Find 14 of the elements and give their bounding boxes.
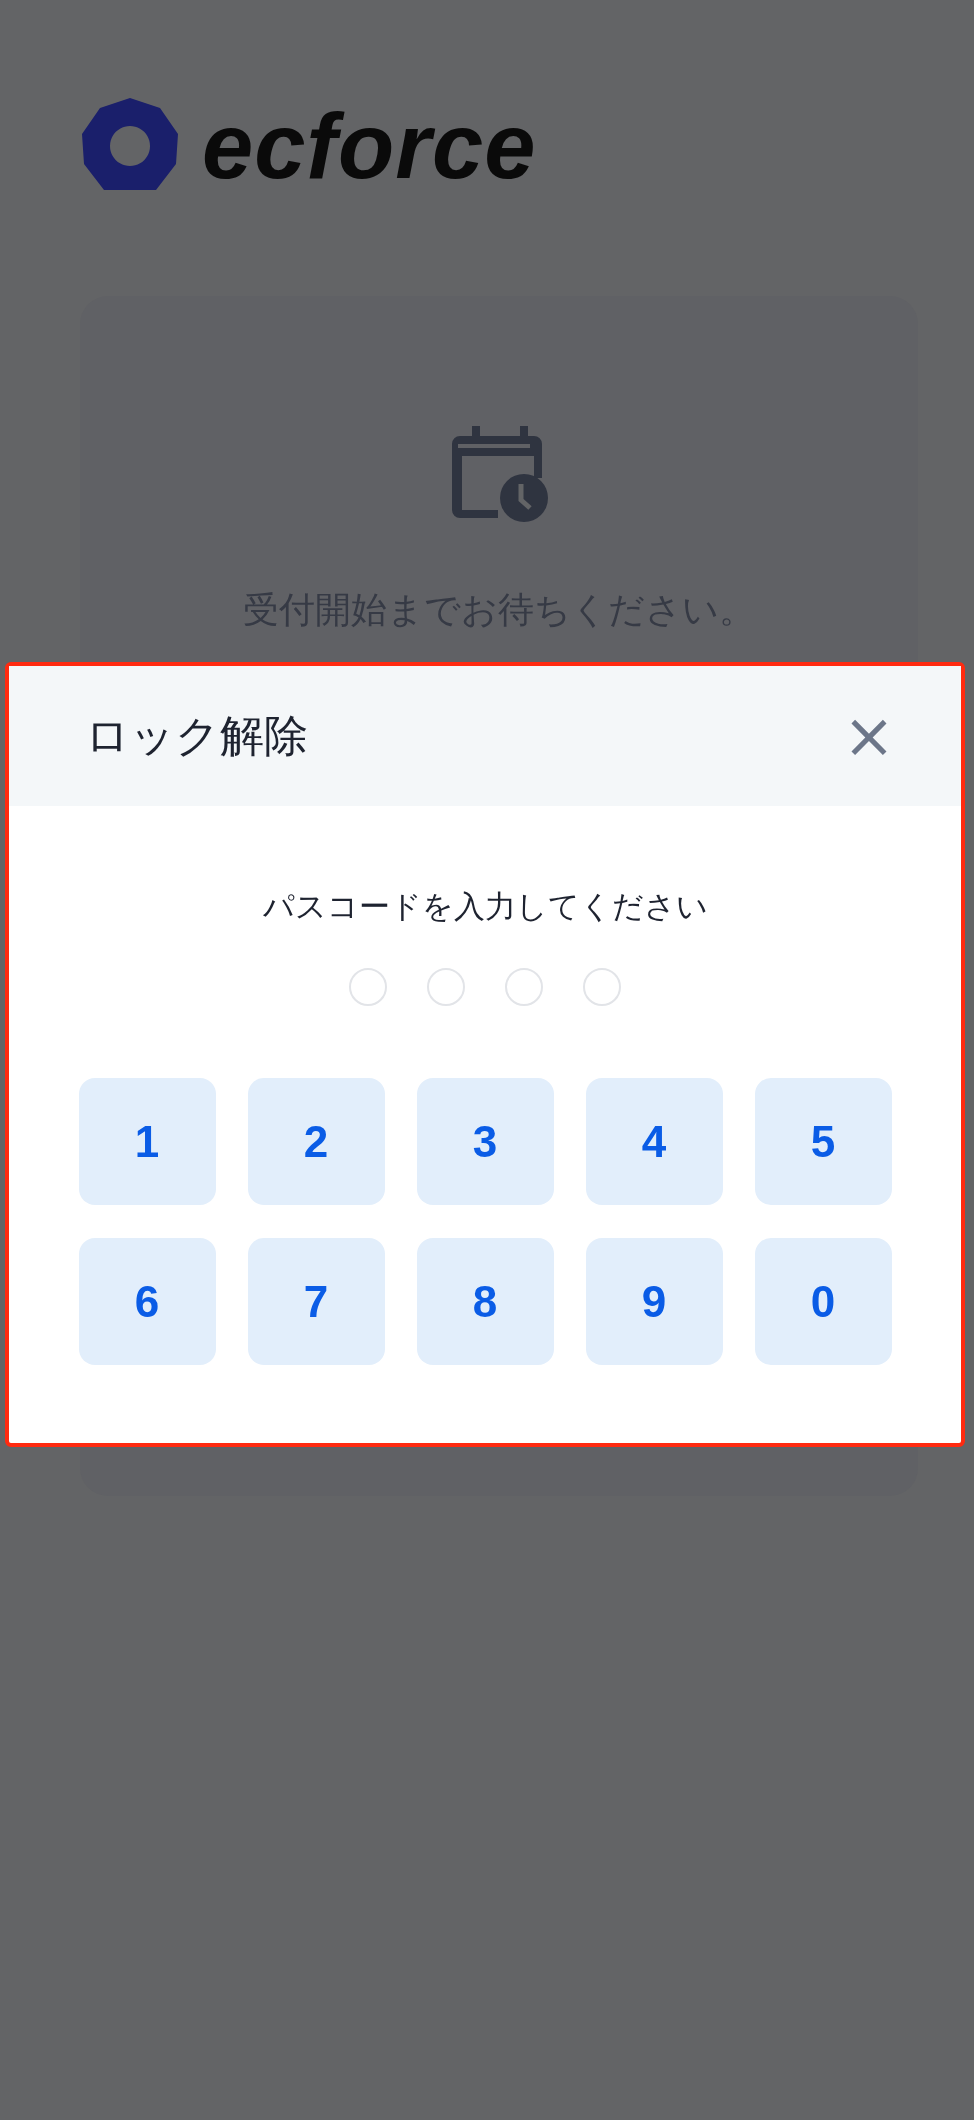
digit-key[interactable]: 2 [247,1078,385,1205]
digit-key[interactable]: 6 [78,1238,216,1365]
digit-key[interactable]: 7 [247,1238,385,1365]
digit-key[interactable]: 9 [585,1238,723,1365]
digit-key[interactable]: 3 [416,1078,554,1205]
digit-key[interactable]: 0 [754,1238,892,1365]
dialog-title: ロック解除 [85,708,308,763]
digit-key[interactable]: 5 [754,1078,892,1205]
passcode-prompt: パスコードを入力してください [262,887,708,926]
digit-key[interactable]: 4 [585,1078,723,1205]
digit-key[interactable]: 8 [416,1238,554,1365]
digit-key[interactable]: 1 [78,1078,216,1205]
logo-wordmark: ecforce [202,93,537,199]
close-button[interactable]: × [843,705,895,767]
